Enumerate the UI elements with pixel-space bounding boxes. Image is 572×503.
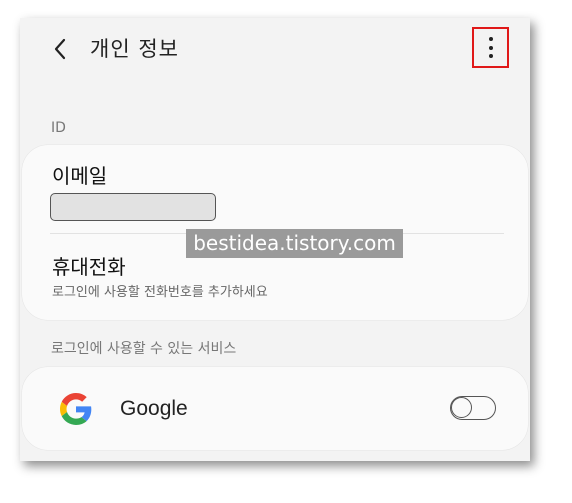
phone-title: 휴대전화 (52, 255, 126, 279)
google-toggle-switch[interactable] (450, 396, 496, 420)
toggle-knob (451, 397, 472, 418)
phone-subtitle: 로그인에 사용할 전화번호를 추가하세요 (52, 285, 268, 300)
back-arrow-icon (54, 38, 66, 60)
services-card: Google (22, 367, 528, 450)
page-title: 개인 정보 (90, 37, 179, 61)
screenshot-frame: 개인 정보 ID 이메일 휴대전화 로그인에 사용할 전화번호를 추가하세요 b… (20, 18, 530, 461)
app-header: 개인 정보 (20, 18, 530, 84)
service-name: Google (120, 397, 188, 420)
email-title: 이메일 (52, 164, 108, 188)
google-logo-icon (60, 393, 92, 425)
back-button[interactable] (48, 34, 74, 64)
email-value-masked (50, 193, 216, 221)
watermark: bestidea.tistory.com (186, 229, 403, 258)
section-label-id: ID (51, 120, 66, 136)
more-options-button[interactable] (472, 27, 509, 68)
section-label-services: 로그인에 사용할 수 있는 서비스 (51, 341, 237, 357)
service-item-google[interactable]: Google (22, 367, 528, 450)
